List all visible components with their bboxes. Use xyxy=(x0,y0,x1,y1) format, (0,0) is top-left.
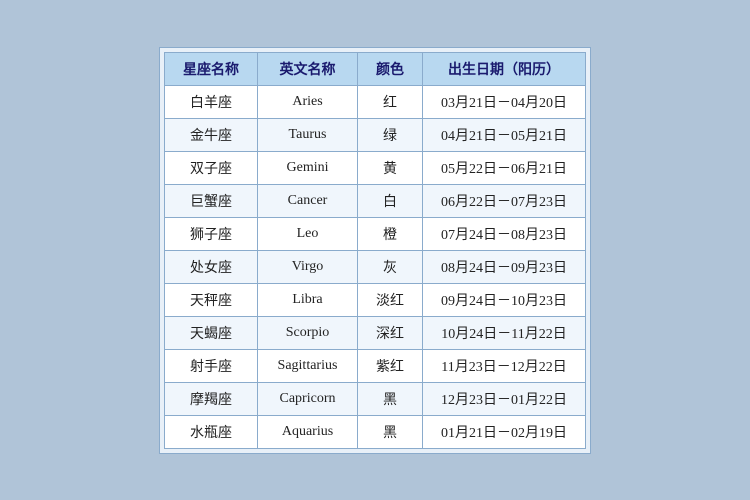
cell-english: Aquarius xyxy=(258,415,358,448)
cell-color: 橙 xyxy=(358,217,423,250)
cell-english: Aries xyxy=(258,85,358,118)
cell-chinese: 巨蟹座 xyxy=(165,184,258,217)
header-chinese: 星座名称 xyxy=(165,52,258,85)
table-row: 天蝎座Scorpio深红10月24日－11月22日 xyxy=(165,316,586,349)
cell-color: 淡红 xyxy=(358,283,423,316)
cell-chinese: 水瓶座 xyxy=(165,415,258,448)
cell-date: 09月24日－10月23日 xyxy=(423,283,586,316)
cell-color: 绿 xyxy=(358,118,423,151)
cell-date: 08月24日－09月23日 xyxy=(423,250,586,283)
cell-english: Sagittarius xyxy=(258,349,358,382)
cell-english: Cancer xyxy=(258,184,358,217)
cell-date: 07月24日－08月23日 xyxy=(423,217,586,250)
cell-date: 06月22日－07月23日 xyxy=(423,184,586,217)
table-row: 双子座Gemini黄05月22日－06月21日 xyxy=(165,151,586,184)
cell-chinese: 天秤座 xyxy=(165,283,258,316)
header-date: 出生日期（阳历） xyxy=(423,52,586,85)
table-header-row: 星座名称 英文名称 颜色 出生日期（阳历） xyxy=(165,52,586,85)
cell-chinese: 双子座 xyxy=(165,151,258,184)
cell-chinese: 金牛座 xyxy=(165,118,258,151)
cell-date: 03月21日－04月20日 xyxy=(423,85,586,118)
table-row: 狮子座Leo橙07月24日－08月23日 xyxy=(165,217,586,250)
table-row: 水瓶座Aquarius黑01月21日－02月19日 xyxy=(165,415,586,448)
table-row: 射手座Sagittarius紫红11月23日－12月22日 xyxy=(165,349,586,382)
cell-chinese: 天蝎座 xyxy=(165,316,258,349)
zodiac-table: 星座名称 英文名称 颜色 出生日期（阳历） 白羊座Aries红03月21日－04… xyxy=(164,52,586,449)
table-row: 巨蟹座Cancer白06月22日－07月23日 xyxy=(165,184,586,217)
cell-chinese: 摩羯座 xyxy=(165,382,258,415)
cell-color: 紫红 xyxy=(358,349,423,382)
cell-chinese: 射手座 xyxy=(165,349,258,382)
cell-chinese: 处女座 xyxy=(165,250,258,283)
cell-english: Libra xyxy=(258,283,358,316)
cell-date: 04月21日－05月21日 xyxy=(423,118,586,151)
cell-color: 黑 xyxy=(358,415,423,448)
cell-date: 12月23日－01月22日 xyxy=(423,382,586,415)
table-row: 白羊座Aries红03月21日－04月20日 xyxy=(165,85,586,118)
cell-color: 深红 xyxy=(358,316,423,349)
cell-english: Taurus xyxy=(258,118,358,151)
cell-color: 黑 xyxy=(358,382,423,415)
cell-english: Gemini xyxy=(258,151,358,184)
cell-color: 黄 xyxy=(358,151,423,184)
cell-chinese: 白羊座 xyxy=(165,85,258,118)
table-row: 处女座Virgo灰08月24日－09月23日 xyxy=(165,250,586,283)
zodiac-table-container: 星座名称 英文名称 颜色 出生日期（阳历） 白羊座Aries红03月21日－04… xyxy=(159,47,591,454)
cell-english: Virgo xyxy=(258,250,358,283)
cell-color: 白 xyxy=(358,184,423,217)
cell-date: 10月24日－11月22日 xyxy=(423,316,586,349)
cell-date: 11月23日－12月22日 xyxy=(423,349,586,382)
header-english: 英文名称 xyxy=(258,52,358,85)
header-color: 颜色 xyxy=(358,52,423,85)
cell-color: 红 xyxy=(358,85,423,118)
cell-english: Capricorn xyxy=(258,382,358,415)
cell-english: Scorpio xyxy=(258,316,358,349)
table-row: 摩羯座Capricorn黑12月23日－01月22日 xyxy=(165,382,586,415)
cell-chinese: 狮子座 xyxy=(165,217,258,250)
cell-color: 灰 xyxy=(358,250,423,283)
cell-date: 01月21日－02月19日 xyxy=(423,415,586,448)
table-row: 金牛座Taurus绿04月21日－05月21日 xyxy=(165,118,586,151)
cell-date: 05月22日－06月21日 xyxy=(423,151,586,184)
cell-english: Leo xyxy=(258,217,358,250)
table-row: 天秤座Libra淡红09月24日－10月23日 xyxy=(165,283,586,316)
